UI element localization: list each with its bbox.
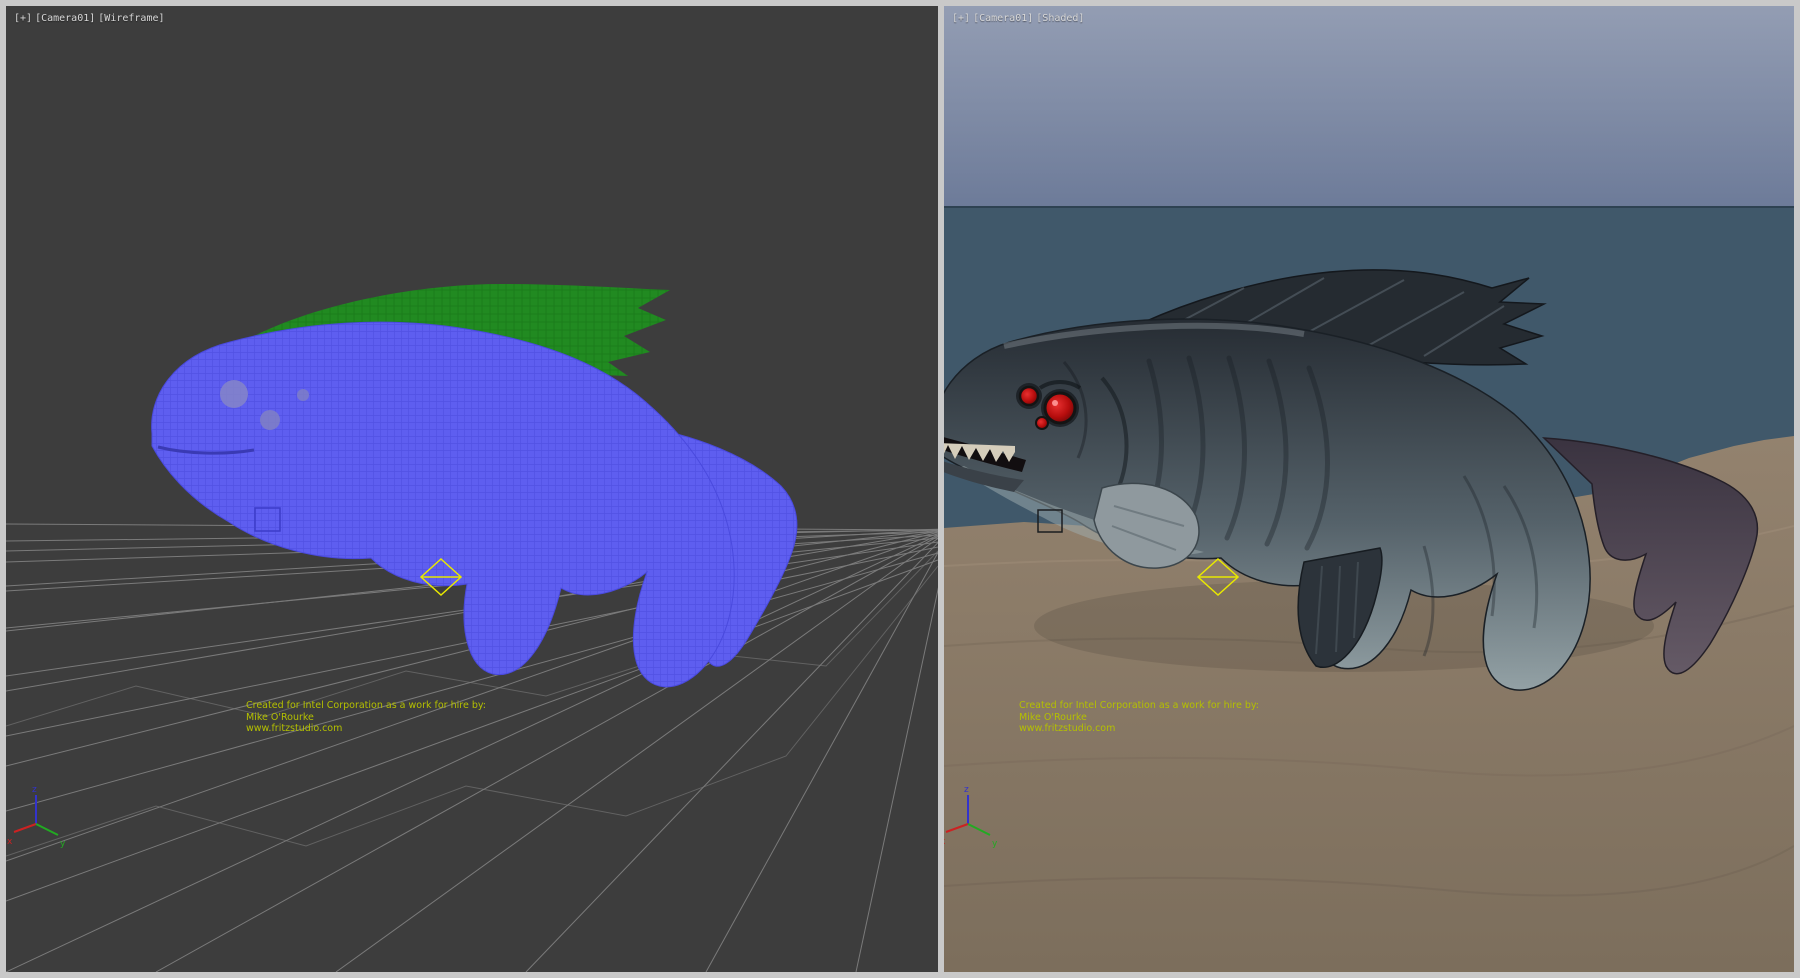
viewport-canvas-shaded[interactable]: z x y bbox=[944, 6, 1794, 972]
axis-z-label: z bbox=[32, 785, 37, 795]
watermark-right: Created for Intel Corporation as a work … bbox=[1019, 700, 1259, 735]
axis-y-label: y bbox=[992, 839, 998, 849]
fish-eye-small bbox=[1036, 417, 1048, 429]
viewport-menu-button[interactable]: [+] bbox=[14, 13, 32, 24]
fish-eye-spot-large bbox=[220, 380, 248, 408]
fish-eye-glint bbox=[1052, 400, 1058, 406]
viewport-label-left: [+][Camera01][Wireframe] bbox=[14, 13, 168, 24]
viewport-canvas-wireframe[interactable]: z x y bbox=[6, 6, 938, 972]
viewport-shading-button[interactable]: [Shaded] bbox=[1036, 13, 1084, 24]
fish-eye-spot-medium bbox=[260, 410, 280, 430]
watermark-left: Created for Intel Corporation as a work … bbox=[246, 700, 486, 735]
viewport-label-right: [+][Camera01][Shaded] bbox=[952, 13, 1087, 24]
axis-z-label: z bbox=[964, 785, 969, 795]
watermark-line1: Created for Intel Corporation as a work … bbox=[1019, 700, 1259, 712]
sky-background bbox=[944, 6, 1794, 207]
fish-eye-medium bbox=[1020, 387, 1038, 405]
axis-y-label: y bbox=[60, 839, 66, 849]
viewport-shading-button[interactable]: [Wireframe] bbox=[98, 13, 164, 24]
watermark-line3: www.fritzstudio.com bbox=[1019, 723, 1259, 735]
viewport-camera-button[interactable]: [Camera01] bbox=[35, 13, 95, 24]
viewport-wireframe[interactable]: z x y [+][Camera01][Wireframe] Created f… bbox=[6, 6, 938, 972]
viewport-frame: z x y [+][Camera01][Wireframe] Created f… bbox=[0, 0, 1800, 978]
viewport-menu-button[interactable]: [+] bbox=[952, 13, 970, 24]
watermark-line1: Created for Intel Corporation as a work … bbox=[246, 700, 486, 712]
axis-x-label: x bbox=[7, 837, 13, 847]
watermark-line3: www.fritzstudio.com bbox=[246, 723, 486, 735]
fish-eye-spot-small bbox=[297, 389, 309, 401]
viewport-shaded[interactable]: z x y [+][Camera01][Shaded] Created for … bbox=[944, 6, 1794, 972]
watermark-line2: Mike O'Rourke bbox=[246, 712, 486, 724]
fish-eye-large bbox=[1045, 393, 1075, 423]
viewport-camera-button[interactable]: [Camera01] bbox=[973, 13, 1033, 24]
watermark-line2: Mike O'Rourke bbox=[1019, 712, 1259, 724]
